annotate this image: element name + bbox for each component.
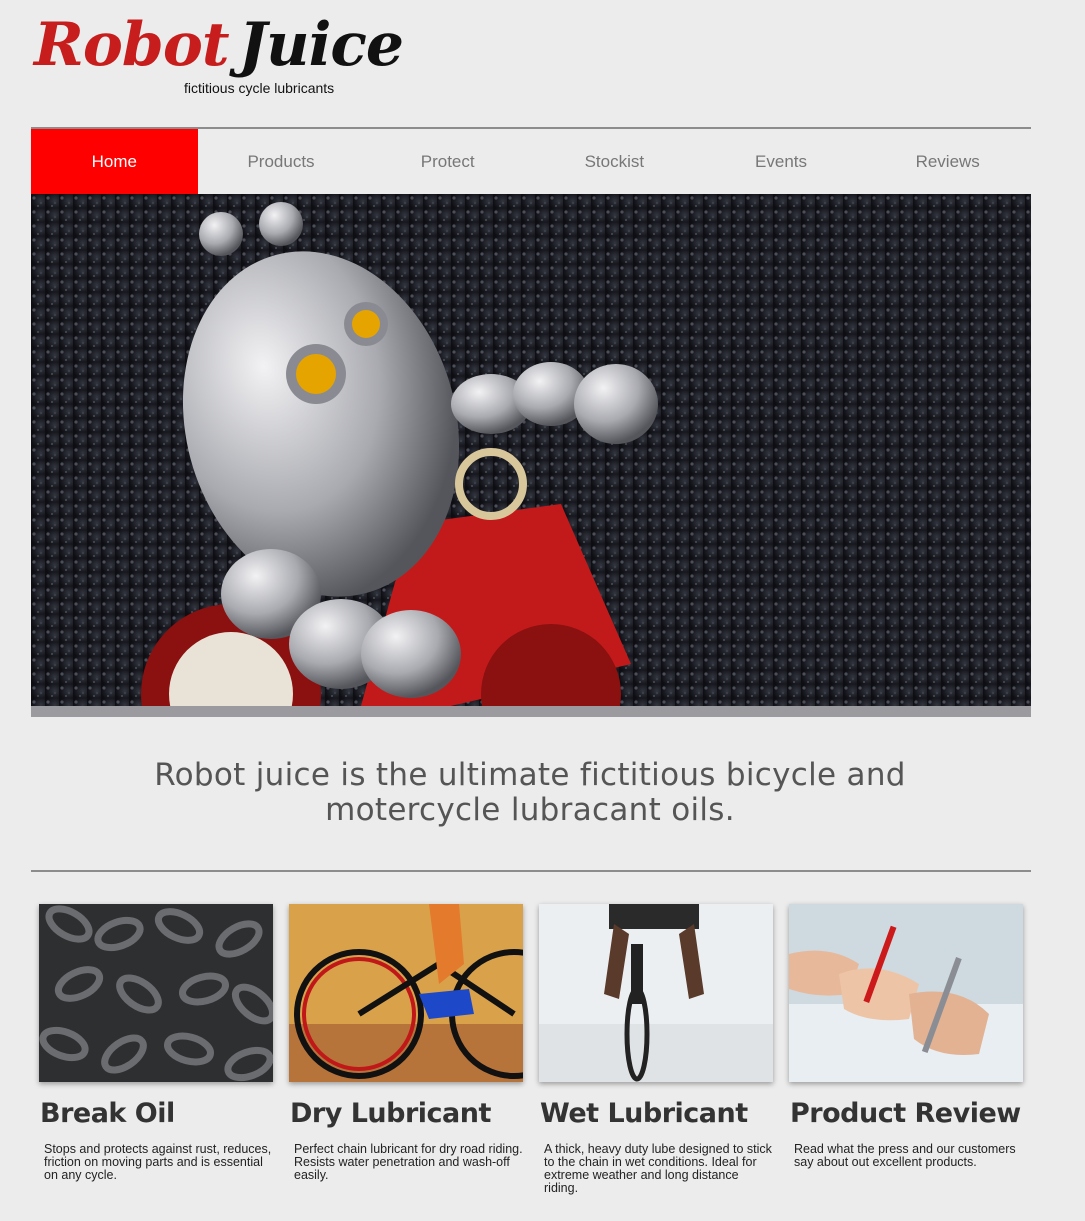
section-divider [31, 870, 1031, 872]
site-tagline: fictitious cycle lubricants [184, 80, 335, 96]
site-logo[interactable]: Robot Juice fictitious cycle lubricants [34, 12, 404, 102]
product-description: Read what the press and our customers sa… [794, 1142, 1016, 1169]
bike-chain-image[interactable] [39, 904, 273, 1082]
nav-item-events[interactable]: Events [698, 129, 865, 195]
nav-item-home[interactable]: Home [31, 129, 198, 195]
hero-bottom-bar [31, 706, 1031, 717]
product-title: Break Oil [40, 1098, 175, 1129]
product-card-wet-lubricant[interactable]: Wet Lubricant A thick, heavy duty lube d… [539, 904, 773, 1195]
product-description: Stops and protects against rust, reduces… [44, 1142, 272, 1182]
hero-image [31, 194, 1031, 706]
nav-item-stockist[interactable]: Stockist [531, 129, 698, 195]
robot-tricycle-illustration [31, 194, 1031, 706]
main-nav: Home Products Protect Stockist Events Re… [31, 127, 1031, 195]
writing-review-image[interactable] [789, 904, 1023, 1082]
product-title: Dry Lubricant [290, 1098, 491, 1129]
nav-item-reviews[interactable]: Reviews [864, 129, 1031, 195]
product-description: A thick, heavy duty lube designed to sti… [544, 1142, 772, 1195]
page-headline: Robot juice is the ultimate fictitious b… [154, 757, 906, 828]
logo-wordmark: Robot Juice [34, 10, 405, 80]
product-card-product-review[interactable]: Product Review Read what the press and o… [789, 904, 1023, 1169]
wet-cyclist-image[interactable] [539, 904, 773, 1082]
product-title: Product Review [790, 1098, 1021, 1129]
product-card-dry-lubricant[interactable]: Dry Lubricant Perfect chain lubricant fo… [289, 904, 523, 1182]
logo-word-robot: Robot [34, 10, 230, 80]
product-card-break-oil[interactable]: Break Oil Stops and protects against rus… [39, 904, 273, 1182]
road-cyclist-image[interactable] [289, 904, 523, 1082]
product-description: Perfect chain lubricant for dry road rid… [294, 1142, 523, 1182]
product-title: Wet Lubricant [540, 1098, 748, 1129]
nav-item-protect[interactable]: Protect [364, 129, 531, 195]
logo-word-juice: Juice [238, 10, 405, 80]
nav-item-products[interactable]: Products [198, 129, 365, 195]
